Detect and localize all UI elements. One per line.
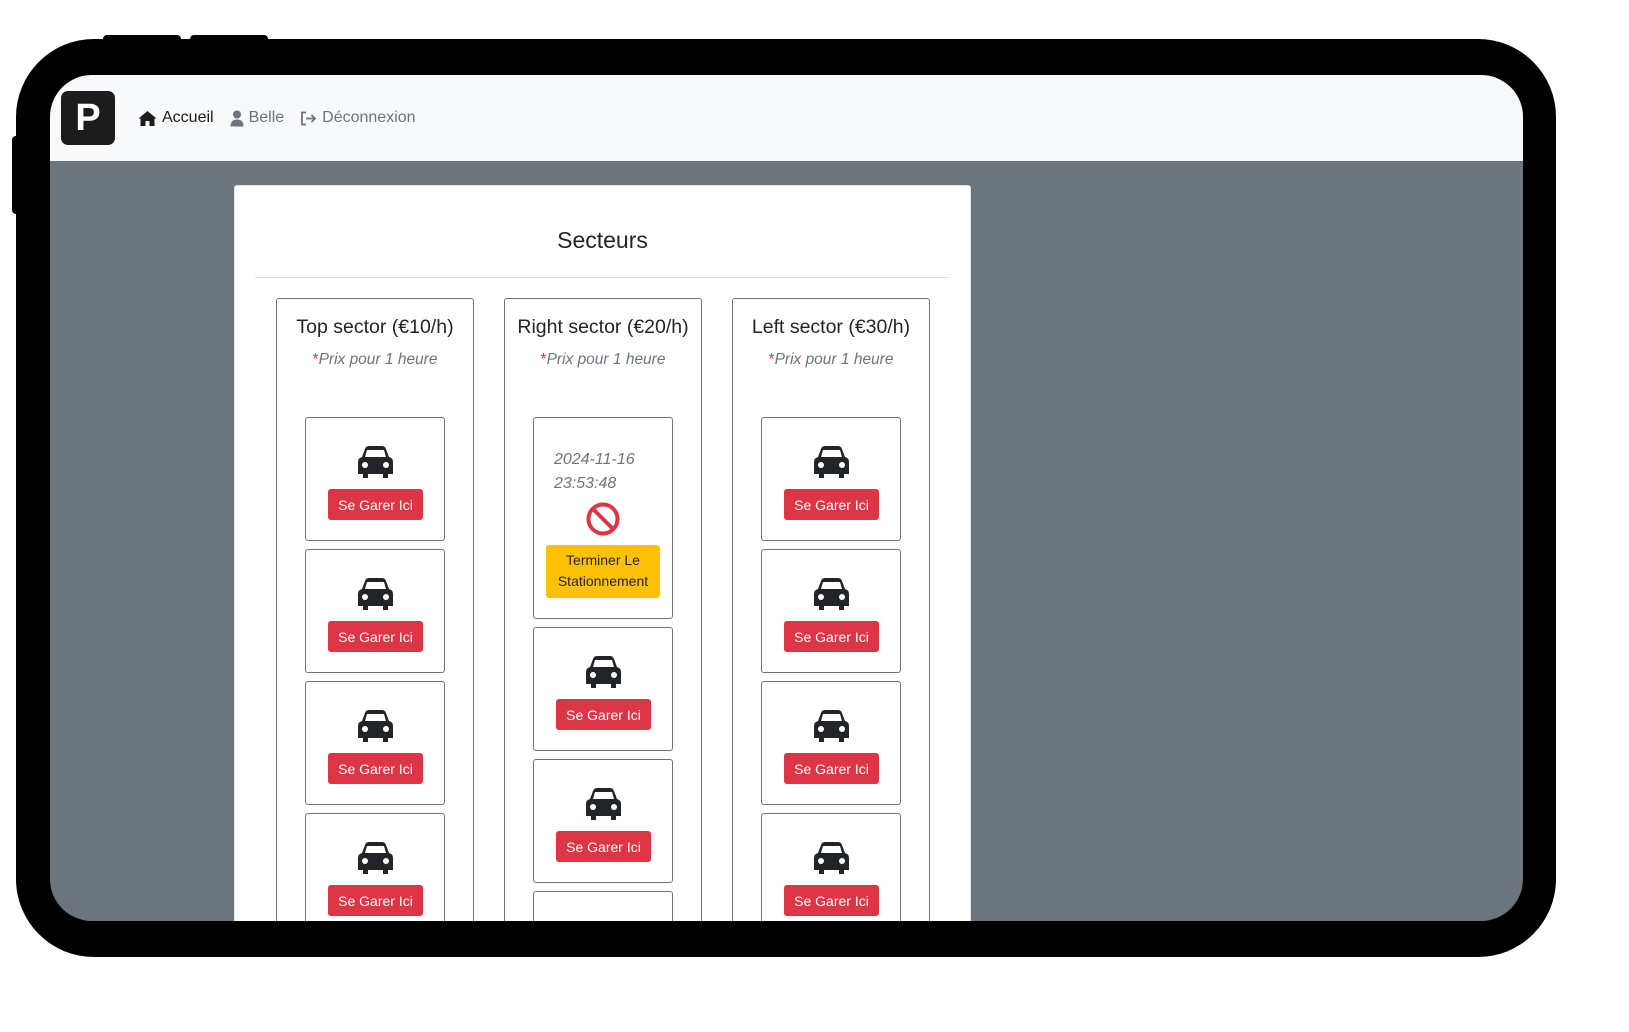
car-icon (814, 578, 849, 610)
car-icon (358, 842, 393, 874)
sector-name: Right sector (€20/h) (517, 316, 689, 338)
car-icon (814, 710, 849, 742)
car-icon (358, 710, 393, 742)
nav-user-link[interactable]: Belle (230, 109, 285, 127)
title-divider (255, 277, 950, 278)
car-icon (586, 656, 621, 688)
parking-spot: Se Garer Ici (305, 417, 445, 541)
price-note-text: Prix pour 1 heure (546, 351, 666, 368)
park-here-button[interactable]: Se Garer Ici (328, 621, 423, 652)
parking-spot: Se Garer Ici (761, 549, 901, 673)
occupied-parking-spot: 2024-11-16 23:53:48 Terminer Le Stationn… (533, 417, 673, 619)
nav-user-label: Belle (248, 109, 285, 126)
parking-spot: Se Garer Ici (533, 759, 673, 883)
car-icon (586, 788, 621, 820)
nav-logout-label: Déconnexion (322, 109, 416, 126)
car-icon (358, 578, 393, 610)
parking-spot: Se Garer Ici (305, 549, 445, 673)
park-here-button[interactable]: Se Garer Ici (784, 753, 879, 784)
parking-logo[interactable]: P (61, 91, 115, 145)
nav-home-link[interactable]: Accueil (138, 109, 214, 127)
sector-price-note: *Prix pour 1 heure (277, 351, 473, 369)
parking-spot: Se Garer Ici (305, 681, 445, 805)
park-here-button[interactable]: Se Garer Ici (556, 699, 651, 730)
price-note-text: Prix pour 1 heure (774, 351, 894, 368)
parking-spot: Se Garer Ici (305, 813, 445, 921)
sectors-card: Secteurs Top sector (€10/h) *Prix pour 1… (234, 185, 971, 921)
park-here-button[interactable]: Se Garer Ici (328, 753, 423, 784)
car-icon (814, 842, 849, 874)
parking-clock: 23:53:48 (554, 475, 617, 492)
sector-left: Left sector (€30/h) *Prix pour 1 heure S… (732, 298, 930, 921)
parking-spot: Se Garer Ici (761, 681, 901, 805)
app-screen: P Accueil Belle Déconnexion Secteurs Top… (50, 75, 1523, 921)
park-here-button[interactable]: Se Garer Ici (328, 489, 423, 520)
sector-name: Top sector (€10/h) (296, 316, 454, 338)
parking-spot: Se Garer Ici (761, 813, 901, 921)
logo-letter: P (75, 96, 101, 139)
sector-right: Right sector (€20/h) *Prix pour 1 heure … (504, 298, 702, 921)
logout-icon (301, 111, 317, 125)
page-title: Secteurs (557, 227, 648, 253)
user-icon (230, 110, 244, 126)
sector-price-note: *Prix pour 1 heure (733, 351, 929, 369)
car-icon (814, 446, 849, 478)
park-here-button[interactable]: Se Garer Ici (784, 489, 879, 520)
nav-logout-link[interactable]: Déconnexion (300, 109, 416, 127)
no-parking-icon (586, 502, 620, 536)
sector-top: Top sector (€10/h) *Prix pour 1 heure Se… (276, 298, 474, 921)
park-here-button[interactable]: Se Garer Ici (328, 885, 423, 916)
price-note-text: Prix pour 1 heure (318, 351, 438, 368)
park-here-button[interactable]: Se Garer Ici (784, 885, 879, 916)
park-here-button[interactable]: Se Garer Ici (784, 621, 879, 652)
nav-home-label: Accueil (162, 109, 214, 126)
sector-price-note: *Prix pour 1 heure (505, 351, 701, 369)
end-parking-label-line2: Stationnement (557, 573, 649, 589)
parking-spot: Se Garer Ici (533, 627, 673, 751)
parking-spot-partial (533, 891, 673, 921)
end-parking-label-line1: Terminer Le (566, 552, 640, 568)
parking-spot: Se Garer Ici (761, 417, 901, 541)
end-parking-button[interactable]: Terminer Le Stationnement (546, 545, 660, 598)
parking-date: 2024-11-16 (554, 451, 635, 468)
sector-name: Left sector (€30/h) (751, 316, 911, 338)
park-here-button[interactable]: Se Garer Ici (556, 831, 651, 862)
parking-start-time: 2024-11-16 23:53:48 (554, 448, 635, 496)
car-icon (358, 446, 393, 478)
navbar: P Accueil Belle Déconnexion (50, 75, 1523, 161)
home-icon (138, 110, 157, 126)
